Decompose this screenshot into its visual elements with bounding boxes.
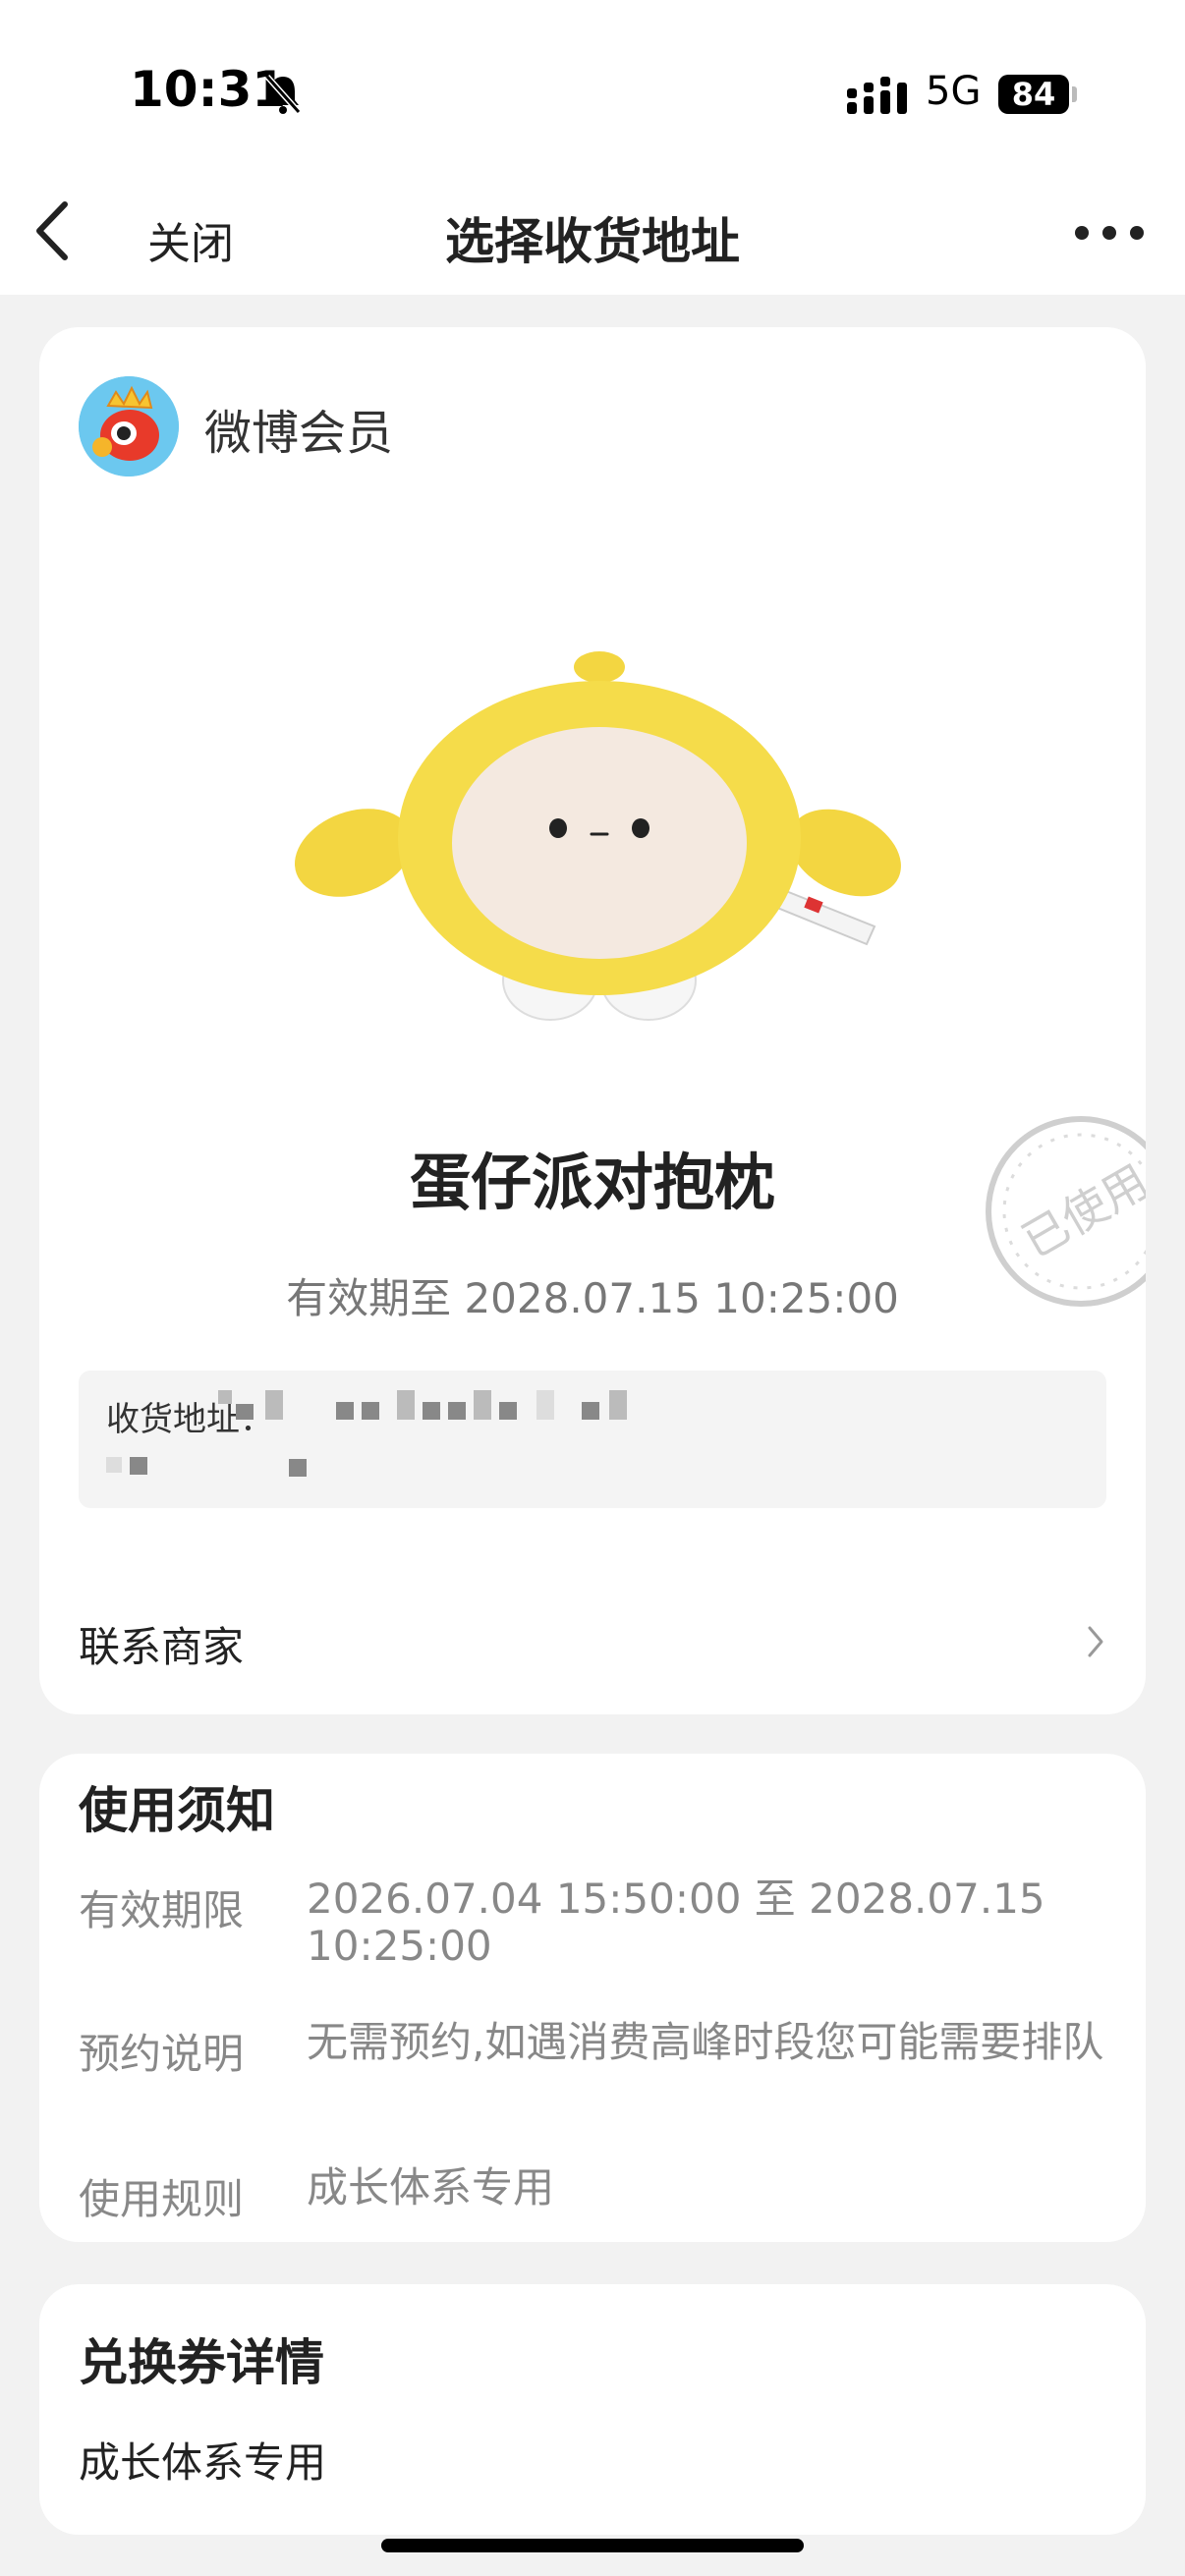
redaction-block (362, 1402, 379, 1420)
redaction-block (474, 1390, 491, 1420)
redaction-block (265, 1390, 283, 1420)
notice-row-label: 有效期限 (79, 1886, 245, 1934)
battery-icon: 84 (998, 75, 1069, 114)
redaction-block (130, 1457, 147, 1475)
brand-logo (79, 376, 179, 476)
details-text: 成长体系专用 (79, 2438, 327, 2487)
battery-tip (1072, 86, 1077, 102)
validity-text: 有效期至 2028.07.15 10:25:00 (286, 1274, 899, 1322)
redaction-block (397, 1390, 415, 1420)
notice-row-value: 2026.07.04 15:50:00 至 2028.07.15 10:25:0… (307, 1875, 1045, 1970)
usage-notice-card: 使用须知 有效期限 2026.07.04 15:50:00 至 2028.07.… (39, 1754, 1146, 2242)
mute-bell-icon (264, 75, 302, 114)
contact-merchant-label[interactable]: 联系商家 (79, 1614, 244, 1674)
brand-name: 微博会员 (204, 406, 394, 461)
signal-icon (847, 77, 907, 114)
redaction-block (448, 1402, 466, 1420)
product-name: 蛋仔派对抱枕 (409, 1147, 775, 1218)
voucher-card: 微博会员 蛋仔派对抱枕 有效期至 2028.07.15 10:25:00 已使用… (39, 327, 1146, 1714)
redaction-block (336, 1402, 354, 1420)
product-image (294, 651, 901, 1021)
redaction-block (609, 1390, 627, 1420)
redaction-block (582, 1402, 599, 1420)
redaction-block (106, 1457, 122, 1473)
redaction-block (218, 1390, 232, 1404)
page-title: 选择收货地址 (445, 213, 740, 270)
voucher-details-card: 兑换券详情 成长体系专用 (39, 2284, 1146, 2535)
redaction-block (536, 1390, 554, 1420)
redaction-block (236, 1404, 254, 1420)
status-bar: 10:31 5G 84 (0, 0, 1185, 167)
notice-row-label: 预约说明 (79, 2030, 245, 2078)
nav-bar: 关闭 选择收货地址 (0, 167, 1185, 295)
details-title: 兑换券详情 (79, 2334, 324, 2391)
redaction-block (499, 1402, 517, 1420)
notice-row-value: 成长体系专用 (307, 2163, 555, 2212)
network-label: 5G (926, 69, 982, 114)
used-stamp: 已使用 (986, 1116, 1146, 1307)
stamp-text: 已使用 (1013, 1154, 1146, 1268)
more-options-icon[interactable] (1071, 224, 1150, 244)
notice-title: 使用须知 (79, 1782, 275, 1839)
redaction-block (423, 1402, 440, 1420)
notice-row-label: 使用规则 (79, 2175, 245, 2223)
address-box[interactable]: 收货地址： (79, 1371, 1106, 1508)
chevron-right-icon[interactable] (1086, 1622, 1105, 1661)
battery-level: 84 (1011, 76, 1056, 113)
redaction-block (289, 1459, 307, 1477)
home-indicator (381, 2539, 804, 2552)
notice-row-value: 无需预约,如遇消费高峰时段您可能需要排队 (307, 2018, 1104, 2066)
